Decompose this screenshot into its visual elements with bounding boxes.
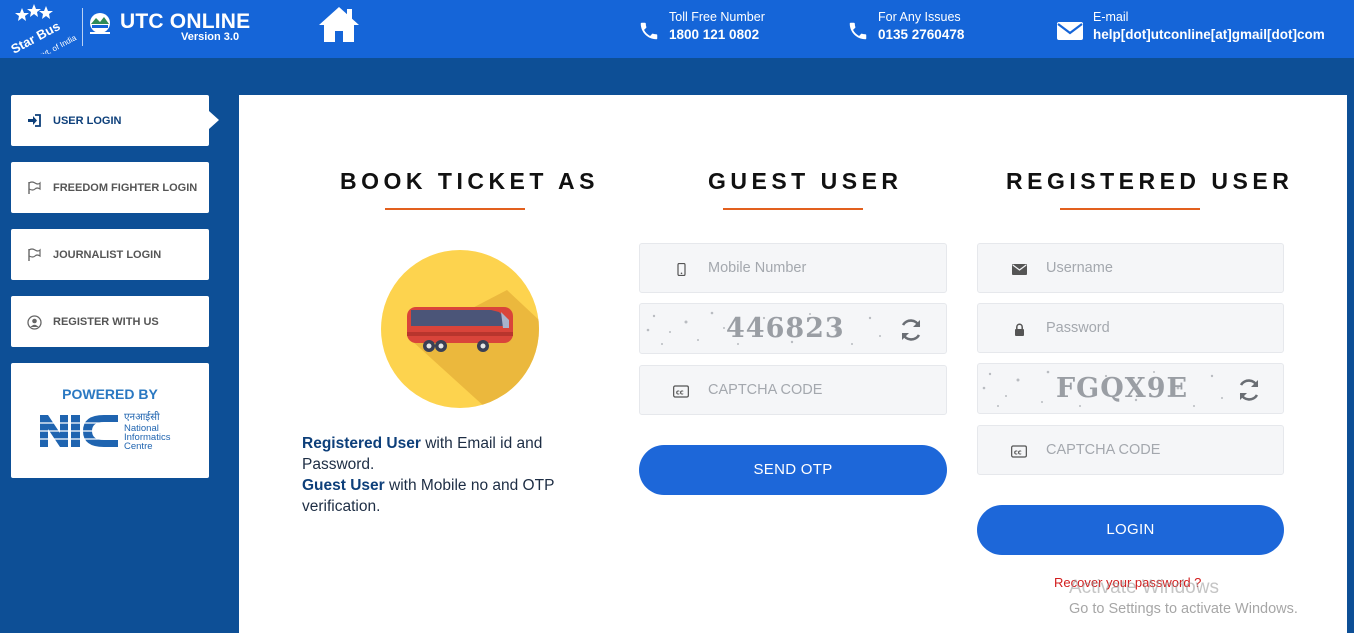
mobile-field — [639, 243, 947, 293]
app-version: Version 3.0 — [181, 31, 240, 43]
registered-user-desc: Registered User with Email id and Passwo… — [302, 433, 592, 475]
send-otp-button[interactable]: SEND OTP — [639, 445, 947, 495]
sign-in-icon — [27, 113, 43, 128]
sidebar-item-label: REGISTER WITH US — [53, 315, 159, 328]
guest-user-desc: Guest User with Mobile no and OTP verifi… — [302, 475, 592, 517]
sidebar-item-journalist-login[interactable]: JOURNALIST LOGIN — [11, 229, 209, 280]
username-input[interactable] — [1046, 244, 1266, 292]
flag-icon — [27, 247, 43, 262]
guest-captcha-image-text: 446823 — [726, 313, 845, 344]
book-ticket-title: BOOK TICKET AS — [340, 168, 599, 194]
registered-captcha-input[interactable] — [1046, 426, 1266, 474]
lock-icon — [1011, 321, 1027, 337]
sidebar-item-label: JOURNALIST LOGIN — [53, 248, 162, 261]
login-description: Registered User with Email id and Passwo… — [302, 433, 592, 517]
flag-icon — [27, 180, 43, 195]
username-field — [977, 243, 1284, 293]
title-underline — [723, 208, 863, 210]
sidebar-item-label: USER LOGIN — [53, 114, 122, 127]
guest-user-bold: Guest User — [302, 477, 385, 494]
registered-captcha-box: FGQX9E — [977, 363, 1284, 414]
powered-by-label: POWERED BY — [62, 386, 158, 402]
issues-label: For Any Issues — [878, 10, 961, 24]
activate-windows-watermark: Activate Windows — [1069, 577, 1219, 598]
title-underline — [385, 208, 525, 210]
mobile-icon — [673, 261, 689, 277]
powered-by-box: POWERED BY एनआईसी National Informatics C… — [11, 363, 209, 478]
top-header: Star Bus Govt. of India UTC ONLINE Versi… — [0, 0, 1354, 58]
refresh-icon[interactable] — [1236, 377, 1262, 403]
bus-icon — [407, 290, 539, 408]
bus-illustration — [381, 250, 539, 408]
activate-windows-hint: Go to Settings to activate Windows. — [1069, 601, 1298, 617]
issues-number: 0135 2760478 — [878, 27, 965, 42]
login-button[interactable]: LOGIN — [977, 505, 1284, 555]
logo-divider — [82, 8, 83, 46]
svg-text:cc: cc — [676, 388, 684, 396]
home-icon[interactable] — [316, 4, 362, 44]
email-contact: E-mail help[dot]utconline[at]gmail[dot]c… — [1056, 10, 1354, 50]
guest-captcha-input[interactable] — [708, 366, 928, 414]
nic-logo[interactable]: एनआईसी National Informatics Centre — [40, 411, 190, 451]
utc-emblem-icon — [90, 13, 110, 34]
sidebar-item-freedom-fighter-login[interactable]: FREEDOM FIGHTER LOGIN — [11, 162, 209, 213]
mobile-input[interactable] — [708, 244, 928, 292]
password-field — [977, 303, 1284, 353]
closed-caption-icon: cc — [1011, 443, 1027, 459]
sidebar-item-user-login[interactable]: USER LOGIN — [11, 95, 219, 146]
main-panel: BOOK TICKET AS Registered User with Emai… — [239, 95, 1347, 633]
user-circle-icon — [27, 314, 43, 330]
toll-free-label: Toll Free Number — [669, 10, 765, 24]
registered-user-title: REGISTERED USER — [1006, 168, 1294, 194]
phone-icon — [640, 22, 658, 40]
toll-free-number: 1800 121 0802 — [669, 27, 760, 42]
registered-captcha-image-text: FGQX9E — [1056, 373, 1189, 404]
registered-captcha-field: cc — [977, 425, 1284, 475]
email-label: E-mail — [1093, 10, 1129, 24]
guest-user-title: GUEST USER — [708, 168, 903, 194]
toll-free-contact: Toll Free Number 1800 121 0802 — [638, 10, 788, 50]
nic-hindi-text: एनआईसी — [124, 411, 160, 423]
title-underline — [1060, 208, 1200, 210]
registered-user-bold: Registered User — [302, 435, 421, 452]
sidebar-item-label: FREEDOM FIGHTER LOGIN — [53, 181, 198, 194]
envelope-icon — [1057, 22, 1083, 40]
email-address[interactable]: help[dot]utconline[at]gmail[dot]com — [1093, 27, 1325, 42]
guest-captcha-box: 446823 — [639, 303, 947, 354]
nic-line3: Centre — [124, 441, 153, 451]
issues-contact: For Any Issues 0135 2760478 — [847, 10, 997, 50]
refresh-icon[interactable] — [898, 317, 924, 343]
guest-captcha-field: cc — [639, 365, 947, 415]
password-input[interactable] — [1046, 304, 1266, 352]
phone-icon — [849, 22, 867, 40]
svg-text:cc: cc — [1014, 448, 1022, 456]
envelope-icon — [1011, 261, 1027, 277]
star-bus-logo[interactable]: Star Bus Govt. of India — [8, 2, 78, 54]
sidebar-item-register-with-us[interactable]: REGISTER WITH US — [11, 296, 209, 347]
closed-caption-icon: cc — [673, 383, 689, 399]
